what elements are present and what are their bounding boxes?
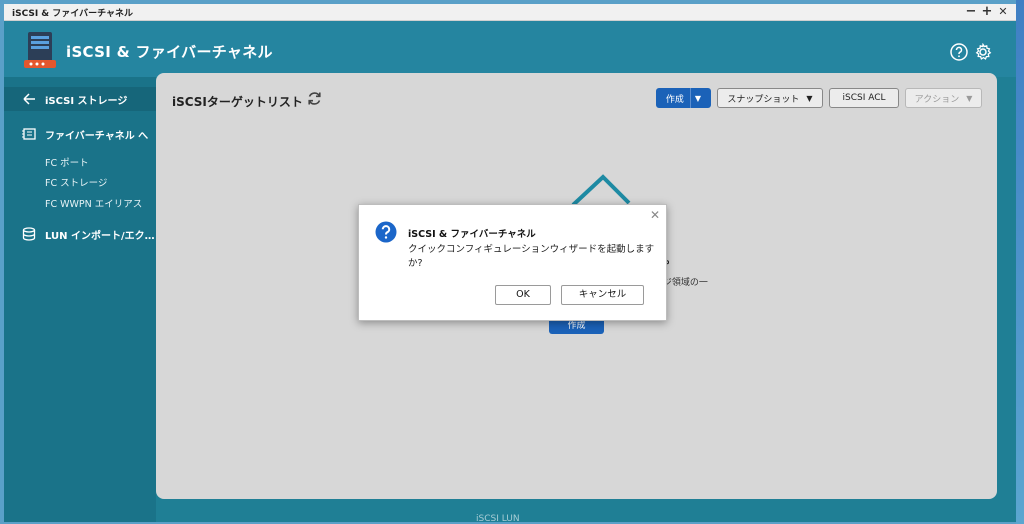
sidebar-item-label: LUN インポート/エク… — [45, 230, 155, 242]
action-button[interactable]: アクション ▼ — [905, 88, 982, 108]
snapshot-button-label: スナップショット — [727, 94, 800, 105]
gear-icon[interactable] — [974, 43, 992, 61]
sidebar-item-iscsi-storage[interactable]: iSCSI ストレージ — [4, 87, 156, 111]
iscsi-icon — [23, 93, 35, 105]
title-bar: iSCSI & ファイバーチャネル − + ✕ — [4, 4, 1016, 21]
maximize-button[interactable]: + — [980, 4, 994, 20]
iscsi-acl-button[interactable]: iSCSI ACL — [829, 88, 899, 108]
sidebar-subitem-fc-storage[interactable]: FC ストレージ — [45, 175, 107, 189]
dialog-title: iSCSI & ファイバーチャネル — [408, 229, 536, 240]
iscsi-acl-button-label: iSCSI ACL — [842, 93, 886, 103]
fc-icon — [22, 128, 36, 140]
app-logo-icon — [24, 32, 56, 68]
window-title: iSCSI & ファイバーチャネル — [12, 9, 134, 19]
action-button-label: アクション — [914, 94, 960, 105]
snapshot-button[interactable]: スナップショット ▼ — [717, 88, 823, 108]
page-title: iSCSIターゲットリスト — [172, 95, 303, 109]
dialog-message: クイックコンフィギュレーションウィザードを起動しますか? — [408, 244, 655, 269]
sidebar-item-label: iSCSI ストレージ — [45, 95, 128, 107]
divider — [689, 88, 691, 108]
close-icon[interactable]: ✕ — [650, 208, 660, 222]
sidebar-item-label: ファイバーチャネル へ — [45, 130, 149, 142]
question-icon — [375, 221, 397, 243]
chevron-down-icon: ▼ — [966, 93, 973, 103]
cancel-button[interactable]: キャンセル — [561, 285, 644, 305]
sidebar-subitem-fc-port[interactable]: FC ポート — [45, 155, 89, 169]
footer-text: iSCSI LUN — [476, 514, 520, 522]
chevron-down-icon: ▼ — [806, 93, 813, 103]
app-header: iSCSI & ファイバーチャネル — [4, 21, 1016, 77]
ok-button[interactable]: OK — [495, 285, 551, 305]
minimize-button[interactable]: − — [964, 4, 978, 20]
database-icon — [22, 227, 36, 241]
create-button[interactable]: 作成 ▼ — [656, 88, 711, 108]
app-title: iSCSI & ファイバーチャネル — [66, 43, 273, 61]
sidebar-item-fibre-channel[interactable]: ファイバーチャネル へ — [4, 122, 156, 146]
chevron-down-icon[interactable]: ▼ — [695, 94, 701, 103]
sidebar-subitem-fc-wwpn-alias[interactable]: FC WWPN エイリアス — [45, 196, 142, 210]
confirm-dialog: ✕ iSCSI & ファイバーチャネル クイックコンフィギュレーションウィザード… — [358, 204, 667, 321]
sidebar: iSCSI ストレージ ファイバーチャネル へ FC ポート FC ストレージ … — [4, 77, 156, 522]
refresh-icon[interactable] — [306, 90, 323, 107]
create-button-label: 作成 — [665, 94, 684, 105]
sidebar-item-lun-import-export[interactable]: LUN インポート/エク… — [4, 222, 156, 246]
desktop-edge — [1016, 0, 1024, 524]
help-icon[interactable] — [950, 43, 968, 61]
close-button[interactable]: ✕ — [996, 4, 1010, 20]
